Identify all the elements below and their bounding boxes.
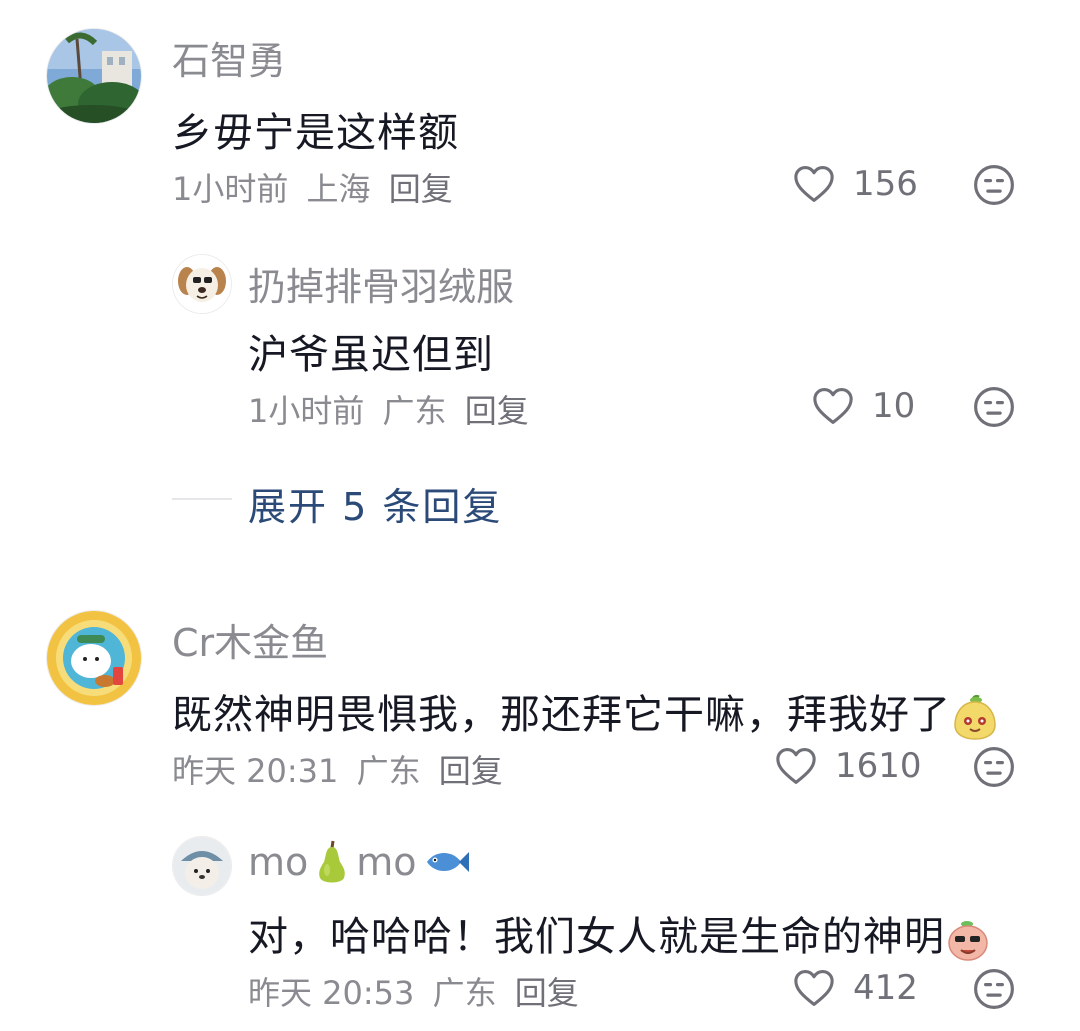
reply-button[interactable]: 回复 [515,974,579,1012]
reply-username[interactable]: mo mo [248,838,471,886]
comment-meta: 1小时前 上海 回复 [172,164,461,210]
comment-text-content: 既然神明畏惧我，那还拜它干嘛，拜我好了 [172,692,951,738]
heart-outline-icon [794,970,834,1006]
reply-username[interactable]: 扔掉排骨羽绒服 [248,256,514,311]
reply-username-part2: mo [356,840,417,884]
reply-button[interactable]: 回复 [439,752,503,790]
comment-username[interactable]: 石智勇 [172,30,286,85]
comment-text: 既然神明畏惧我，那还拜它干嘛，拜我好了 [172,682,999,741]
like-button[interactable]: 10 [812,386,915,426]
reply-username-part1: mo [248,840,309,884]
meh-face-icon[interactable] [973,386,1015,428]
reply-meta: 1小时前 广东 回复 [248,386,537,432]
reply-time: 昨天 20:53 [248,974,415,1012]
comment-text: 乡毋宁是这样额 [172,110,459,156]
like-button[interactable]: 156 [793,164,918,204]
reply-location: 广东 [382,392,447,430]
like-button[interactable]: 412 [793,968,918,1008]
comment-username[interactable]: Cr木金鱼 [172,612,328,667]
comment-meta: 昨天 20:31 广东 回复 [172,746,511,792]
meh-face-icon[interactable] [973,968,1015,1010]
reply-button[interactable]: 回复 [389,170,453,208]
comment-time: 昨天 20:31 [172,752,339,790]
expand-divider [172,498,232,500]
like-count: 156 [853,164,918,204]
pear-face-emoji-icon [954,694,996,740]
like-count: 412 [853,968,918,1008]
comment-location: 上海 [306,170,371,208]
reply-avatar[interactable] [172,254,232,314]
pink-face-emoji-icon [948,921,988,961]
reply-time: 1小时前 [248,392,365,430]
like-count: 10 [872,386,916,426]
heart-outline-icon [794,166,834,202]
heart-outline-icon [813,388,853,424]
reply-button[interactable]: 回复 [465,392,529,430]
avatar[interactable] [46,610,142,706]
reply-location: 广东 [432,974,497,1012]
comment-location: 广东 [356,752,421,790]
avatar-cartoon-burger-image [47,611,141,705]
pear-icon [319,840,346,883]
reply-text-content: 对，哈哈哈！我们女人就是生命的神明 [248,914,945,960]
avatar-landscape-image [47,29,141,123]
fish-icon [426,852,469,872]
expand-replies-button[interactable]: 展开 5 条回复 [248,476,502,531]
reply-meta: 昨天 20:53 广东 回复 [248,968,587,1014]
like-button[interactable]: 1610 [775,746,922,786]
avatar[interactable] [46,28,142,124]
heart-outline-icon [776,748,816,784]
comment-time: 1小时前 [172,170,289,208]
meh-face-icon[interactable] [973,746,1015,788]
meh-face-icon[interactable] [973,164,1015,206]
avatar-plush-dog-image [173,837,231,895]
reply-avatar[interactable] [172,836,232,896]
avatar-dog-cartoon-image [173,255,231,313]
reply-text: 对，哈哈哈！我们女人就是生命的神明 [248,904,991,962]
reply-text: 沪爷虽迟但到 [248,332,494,378]
like-count: 1610 [835,746,922,786]
